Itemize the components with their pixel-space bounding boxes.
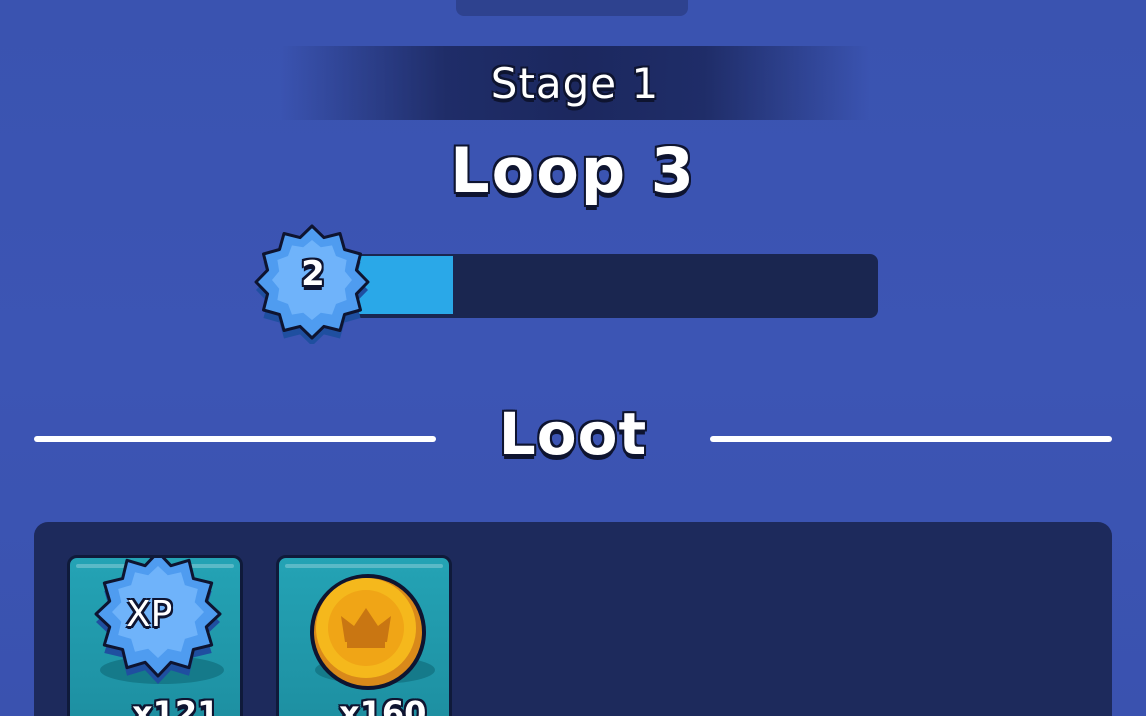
loot-heading: Loot [498, 400, 648, 468]
stage-banner: Stage 1 [280, 46, 870, 120]
loot-item-coins[interactable]: x160 [276, 555, 452, 716]
loot-divider-right [710, 436, 1112, 442]
stage-label: Stage 1 [490, 58, 660, 108]
level-badge: 2 [250, 224, 376, 344]
loop-progress-bar [340, 254, 878, 318]
level-number: 2 [301, 254, 325, 294]
xp-badge-text: XP [126, 594, 173, 635]
crown-coin-icon [310, 574, 435, 690]
loot-quantity: x160 [339, 694, 427, 716]
loot-item-xp[interactable]: XP x121 [67, 555, 243, 716]
top-frame-piece [456, 0, 688, 16]
loop-title: Loop 3 [450, 134, 696, 207]
loot-quantity: x121 [132, 694, 220, 716]
